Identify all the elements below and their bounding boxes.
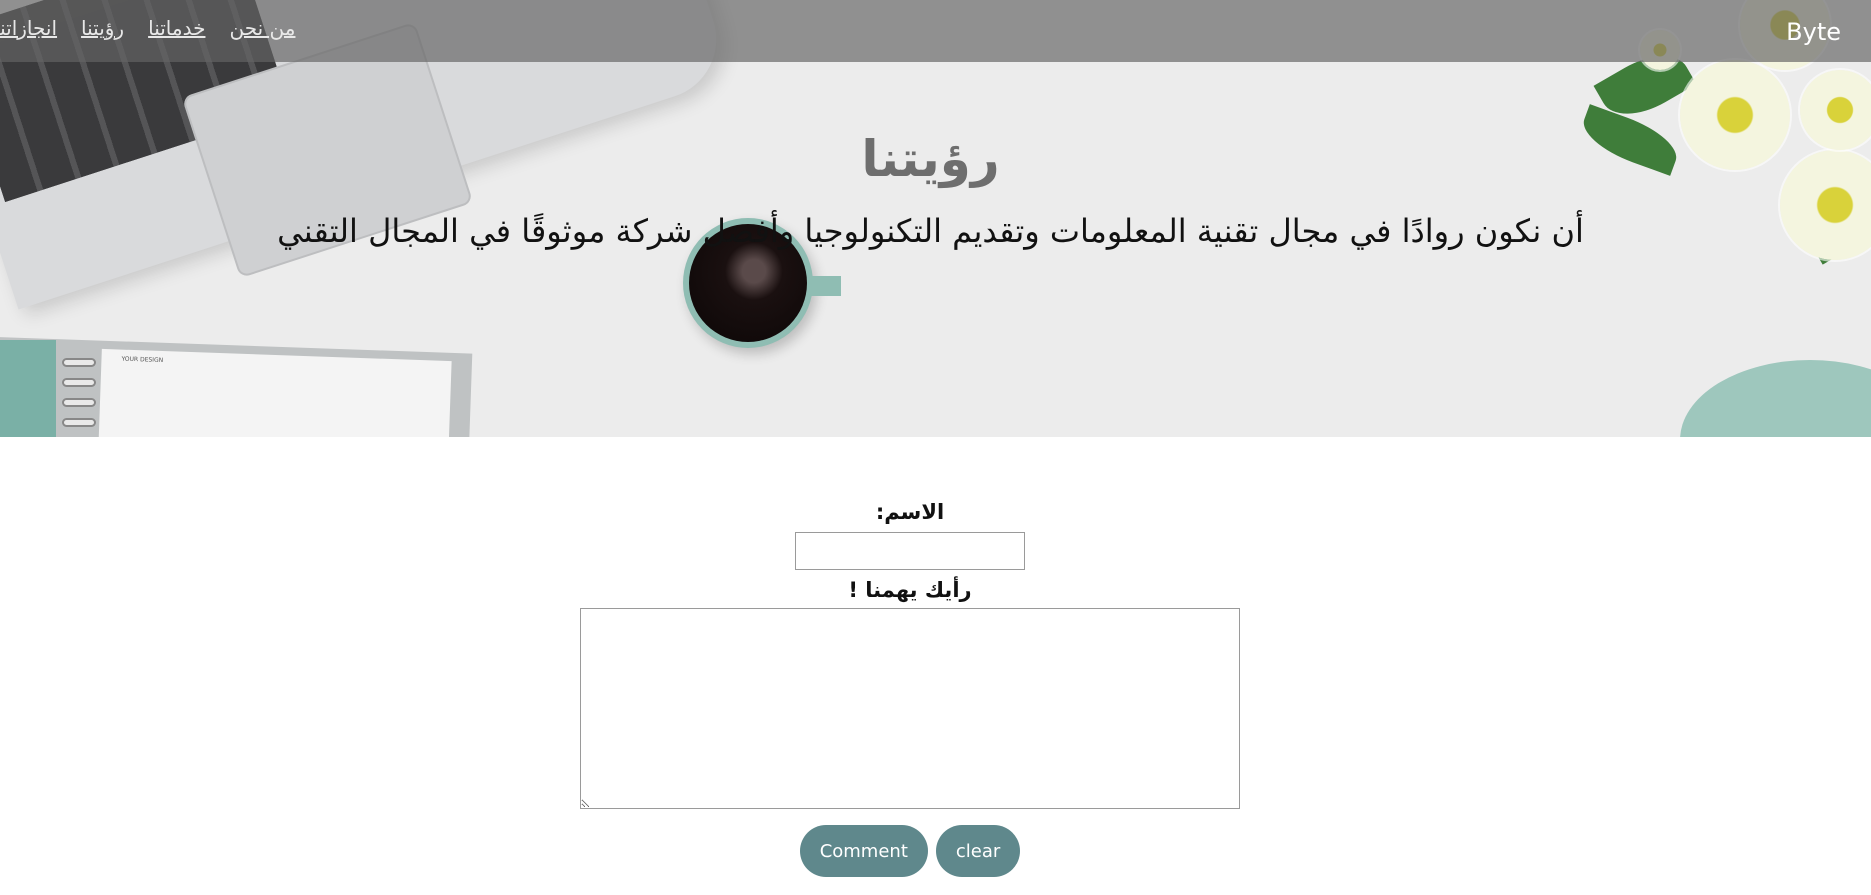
notebook-page: YOUR DESIGN (98, 348, 452, 437)
name-input[interactable] (795, 532, 1025, 570)
nav-link-about[interactable]: من نحن (229, 16, 295, 40)
vision-statement: أن نكون روادًا في مجال تقنية المعلومات و… (277, 212, 1584, 250)
notebook-ring (62, 378, 96, 387)
hero-banner: YOUR DESIGN Byte من نحن خدماتنا رؤيتنا ا… (0, 0, 1871, 437)
brand-logo[interactable]: Byte (1786, 18, 1841, 46)
page-title: رؤيتنا (861, 130, 1000, 188)
opinion-textarea[interactable] (580, 608, 1240, 809)
nav-link-services[interactable]: خدماتنا (148, 16, 205, 40)
coffee-cup-handle (805, 276, 841, 296)
opinion-label: رأيك يهمنا ! (848, 578, 972, 602)
top-navbar: Byte من نحن خدماتنا رؤيتنا انجازاتنا (0, 0, 1871, 62)
notebook-ring (62, 418, 96, 427)
plate-image (1680, 360, 1871, 437)
nav-link-vision[interactable]: رؤيتنا (81, 16, 124, 40)
main-nav: من نحن خدماتنا رؤيتنا انجازاتنا (0, 16, 295, 40)
notebook-ring (62, 398, 96, 407)
name-label: الاسم: (875, 500, 945, 524)
notebook-caption: YOUR DESIGN (121, 355, 164, 365)
comment-form: الاسم: رأيك يهمنا ! Comment clear (0, 500, 1820, 877)
form-buttons: Comment clear (0, 825, 1820, 877)
notebook-spine (0, 340, 56, 437)
comment-button[interactable]: Comment (799, 825, 928, 877)
nav-link-achievements[interactable]: انجازاتنا (0, 16, 57, 40)
clear-button[interactable]: clear (935, 825, 1021, 877)
notebook-ring (62, 358, 96, 367)
